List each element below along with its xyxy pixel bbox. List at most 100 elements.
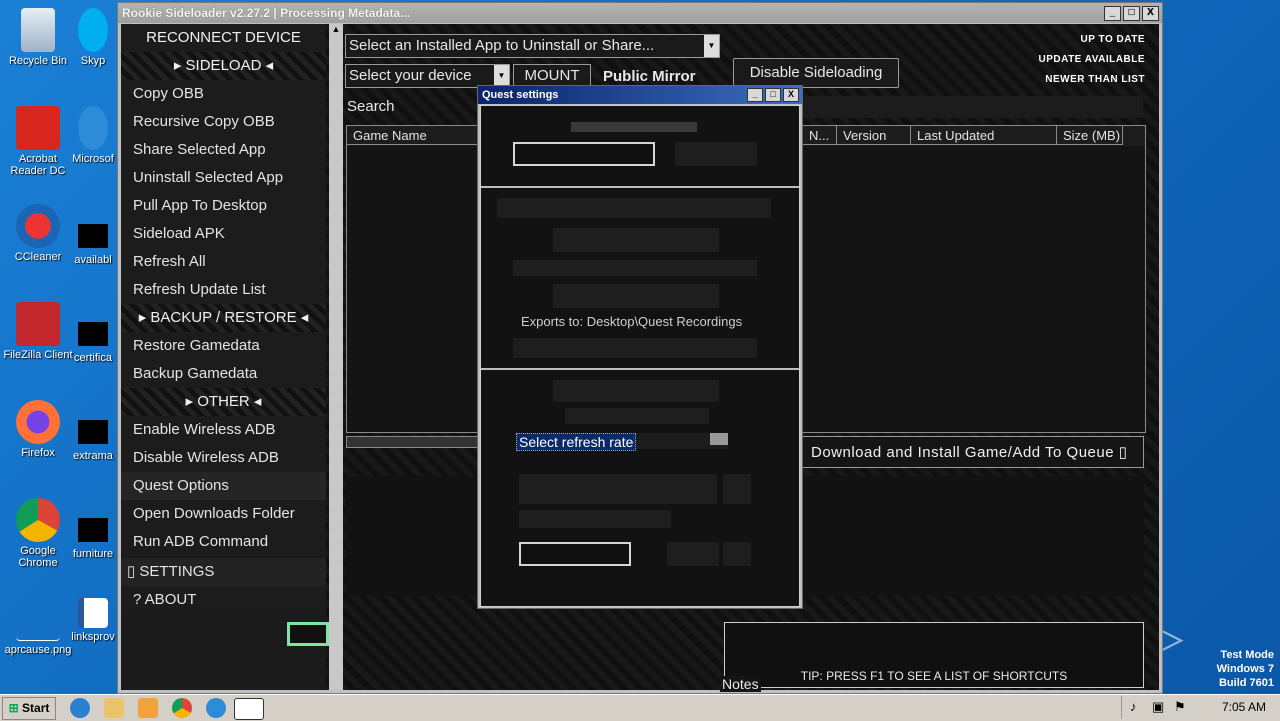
run-adb-command-button[interactable]: Run ADB Command (121, 528, 326, 556)
filezilla-icon (16, 302, 60, 346)
section-1-button[interactable] (675, 142, 757, 166)
window-title: Rookie Sideloader v2.27.2 | Processing M… (122, 6, 411, 20)
sideload-apk-button[interactable]: Sideload APK (121, 220, 326, 248)
edge-taskbar-icon[interactable] (206, 698, 226, 718)
window-titlebar[interactable]: Rookie Sideloader v2.27.2 | Processing M… (118, 3, 1162, 23)
section-3-button[interactable] (667, 542, 719, 566)
system-tray: ♪ ▣ ⚑ 7:05 AM (1121, 696, 1280, 719)
refresh-update-list-button[interactable]: Refresh Update List (121, 276, 326, 304)
image-file-icon (16, 620, 60, 641)
reconnect-device-button[interactable]: RECONNECT DEVICE (121, 24, 326, 52)
column-game-name[interactable]: Game Name (347, 126, 483, 145)
section-3-row-1 (519, 474, 717, 504)
chevron-down-icon[interactable]: ▼ (494, 65, 509, 87)
dialog-titlebar[interactable]: Quest settings _ □ X (478, 86, 802, 104)
section-2-button-1[interactable] (553, 228, 719, 252)
installed-app-combo[interactable]: Select an Installed App to Uninstall or … (345, 34, 720, 58)
windows-logo-icon: ⊞ (8, 701, 19, 715)
section-1-input[interactable] (513, 142, 655, 166)
chrome-taskbar-icon[interactable] (172, 698, 192, 718)
sideload-header[interactable]: ▸ SIDELOAD ◂ (121, 52, 326, 80)
recursive-copy-obb-button[interactable]: Recursive Copy OBB (121, 108, 326, 136)
minimize-button[interactable]: _ (1104, 6, 1121, 21)
status-indicator-box (287, 622, 329, 646)
file-icon (78, 518, 108, 542)
desktop-icon-acrobat[interactable]: Acrobat Reader DC (0, 106, 76, 177)
media-player-icon[interactable] (138, 698, 158, 718)
dialog-maximize-button[interactable]: □ (765, 88, 781, 102)
file-icon (78, 322, 108, 346)
desktop-icon-furniture[interactable]: furniture (68, 506, 118, 560)
maximize-button[interactable]: □ (1123, 6, 1140, 21)
clock[interactable]: 7:05 AM (1222, 700, 1266, 714)
speaker-icon[interactable]: ♪ (1130, 699, 1137, 714)
disable-wireless-adb-button[interactable]: Disable Wireless ADB (121, 444, 326, 472)
disable-sideloading-button[interactable]: Disable Sideloading (733, 58, 899, 88)
column-version[interactable]: Version (837, 126, 911, 145)
quest-options-button[interactable]: Quest Options (121, 472, 326, 500)
other-header[interactable]: ▸ OTHER ◂ (121, 388, 326, 416)
search-input[interactable] (803, 96, 1143, 118)
close-button[interactable]: X (1142, 6, 1159, 21)
dialog-section-3 (481, 370, 799, 606)
chevron-down-icon[interactable] (710, 433, 728, 445)
pull-app-to-desktop-button[interactable]: Pull App To Desktop (121, 192, 326, 220)
dialog-body: Exports to: Desktop\Quest Recordings (480, 105, 800, 607)
desktop-icon-ccleaner[interactable]: CCleaner (0, 204, 76, 263)
start-button[interactable]: ⊞ Start (2, 697, 56, 720)
exports-text: Exports to: Desktop\Quest Recordings (521, 314, 743, 329)
section-2-button-2[interactable] (553, 284, 719, 308)
desktop-icon-extrama[interactable]: extrama (68, 408, 118, 462)
desktop-icon-firefox[interactable]: Firefox (0, 400, 76, 459)
about-button[interactable]: ? ABOUT (121, 586, 326, 614)
column-last-updated[interactable]: Last Updated (911, 126, 1057, 145)
notes-label: Notes (720, 676, 761, 692)
backup-restore-header[interactable]: ▸ BACKUP / RESTORE ◂ (121, 304, 326, 332)
sidebar-scrollbar[interactable]: ▲ (329, 24, 343, 690)
section-3-button-2[interactable] (723, 542, 751, 566)
quest-settings-dialog: Quest settings _ □ X Exports to: Desktop… (477, 85, 803, 609)
sideloader-taskbar-icon[interactable] (234, 698, 264, 720)
folder-icon[interactable] (104, 698, 124, 718)
desktop-icon-chrome[interactable]: Google Chrome (0, 498, 76, 569)
section-3-row-1-btn[interactable] (723, 474, 751, 504)
uninstall-selected-app-button[interactable]: Uninstall Selected App (121, 164, 326, 192)
notes-box[interactable]: TIP: PRESS F1 TO SEE A LIST OF SHORTCUTS (724, 622, 1144, 688)
chrome-icon (16, 498, 60, 542)
desktop-icon-filezilla[interactable]: FileZilla Client (0, 302, 76, 361)
flag-icon[interactable]: ⚑ (1174, 699, 1186, 715)
desktop-icon-linksprov[interactable]: linksprov (68, 598, 118, 643)
download-install-button[interactable]: Download and Install Game/Add To Queue ▯ (802, 436, 1144, 468)
file-icon (78, 224, 108, 248)
acrobat-icon (16, 106, 60, 150)
chevron-down-icon[interactable]: ▼ (704, 35, 719, 57)
network-icon[interactable]: ▣ (1152, 699, 1164, 715)
column-n[interactable]: N... (803, 126, 837, 145)
dialog-close-button[interactable]: X (783, 88, 799, 102)
open-downloads-folder-button[interactable]: Open Downloads Folder (121, 500, 326, 528)
desktop-icon-availabl[interactable]: availabl (68, 212, 118, 266)
refresh-rate-select[interactable]: Select refresh rate (516, 433, 728, 451)
desktop-icon-certifica[interactable]: certifica (68, 310, 118, 364)
section-3-label (565, 408, 709, 424)
backup-gamedata-button[interactable]: Backup Gamedata (121, 360, 326, 388)
copy-obb-button[interactable]: Copy OBB (121, 80, 326, 108)
desktop-icon-microsoft[interactable]: Microsof (68, 106, 118, 165)
section-2-button-3[interactable] (513, 338, 757, 358)
enable-wireless-adb-button[interactable]: Enable Wireless ADB (121, 416, 326, 444)
share-selected-app-button[interactable]: Share Selected App (121, 136, 326, 164)
section-3-input[interactable] (519, 542, 631, 566)
desktop-icon-aprcause[interactable]: aprcause.png (0, 620, 76, 656)
section-1-heading (571, 122, 697, 132)
status-update-available: UPDATE AVAILABLE (1038, 54, 1145, 65)
ie-icon[interactable] (70, 698, 90, 718)
scroll-up-arrow-icon[interactable]: ▲ (329, 24, 343, 38)
desktop-icon-skype[interactable]: Skyp (68, 8, 118, 67)
dialog-minimize-button[interactable]: _ (747, 88, 763, 102)
column-size[interactable]: Size (MB) (1057, 126, 1123, 145)
settings-button[interactable]: ▯ SETTINGS (121, 558, 326, 586)
refresh-all-button[interactable]: Refresh All (121, 248, 326, 276)
restore-gamedata-button[interactable]: Restore Gamedata (121, 332, 326, 360)
firefox-icon (16, 400, 60, 444)
desktop-icon-recycle-bin[interactable]: Recycle Bin (0, 8, 76, 67)
